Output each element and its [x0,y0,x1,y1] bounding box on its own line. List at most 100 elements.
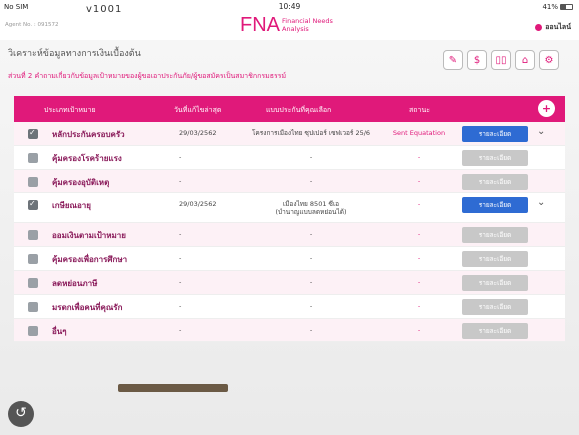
row-checkbox[interactable] [28,230,38,241]
detail-button[interactable]: รายละเอียด [462,149,528,166]
plan-text: - [309,230,313,239]
plan-text-2: (บำนาญแบบลดหย่อนได้) [275,208,347,217]
settings-icon[interactable]: ⚙ [539,50,559,70]
status-label: - [417,277,421,286]
version-label: v1001 [86,4,123,15]
goal-label: มรดกเพื่อคนที่คุณรัก [52,302,123,312]
money-icon[interactable]: $ [467,50,487,70]
goal-label: คุ้มครองเพื่อการศึกษา [52,255,128,265]
header-status: สถานะ [409,106,430,114]
date-label: - [179,277,182,286]
goal-label: ออมเงินตามเป้าหมาย [52,231,126,241]
detail-button[interactable]: รายละเอียด [462,322,528,339]
compare-icon[interactable]: ▯▯ [491,50,511,70]
plan-text: - [309,152,313,161]
row-checkbox[interactable] [28,325,38,336]
edit-icon[interactable]: ✎ [443,50,463,70]
plan-text: - [309,254,313,263]
back-button[interactable]: ↺ [8,401,34,427]
date-label: - [179,325,182,334]
chevron-down-icon[interactable]: ⌄ [537,126,545,137]
battery-icon [560,4,573,10]
status-label: - [417,176,421,185]
table-row: คุ้มครองโรคร้ายแรง - - - รายละเอียด [14,145,565,170]
logo-sub1: Financial Needs [282,17,333,25]
plan-label: - [236,326,386,334]
plan-label: - [236,153,386,161]
date-label: - [179,152,182,161]
goal-label: อื่นๆ [52,326,67,336]
row-checkbox[interactable] [28,301,38,312]
date-label: - [179,230,182,239]
row-checkbox[interactable] [28,254,38,265]
detail-button[interactable]: รายละเอียด [462,251,528,268]
row-checkbox[interactable] [28,176,38,187]
table-row: คุ้มครองอุบัติเหตุ - - - รายละเอียด [14,169,565,194]
row-checkbox[interactable] [28,152,38,163]
plan-label: เมืองไทย 8501 ซีเอ (บำนาญแบบลดหย่อนได้) [236,200,386,216]
table-row: คุ้มครองเพื่อการศึกษา - - - รายละเอียด [14,247,565,271]
detail-button[interactable]: รายละเอียด [462,274,528,291]
detail-button[interactable]: รายละเอียด [462,173,528,190]
plan-text: - [309,325,313,334]
agent-number: Agent No. : 091572 [5,22,59,28]
date-label: 29/03/2562 [179,200,217,209]
home-icon[interactable]: ⌂ [515,50,535,70]
table-row: มรดกเพื่อคนที่คุณรัก - - - รายละเอียด [14,294,565,319]
detail-button[interactable]: รายละเอียด [462,298,528,315]
plan-label: - [236,278,386,286]
online-dot-icon [535,23,543,31]
status-label: Sent Equatation [392,129,446,137]
row-checkbox[interactable] [28,277,38,288]
logo-subtitle: Financial Needs Analysis [282,17,333,33]
logo-sub2: Analysis [282,25,309,33]
online-status[interactable]: ออนไลน์ [535,22,571,33]
table-row: ออมเงินตามเป้าหมาย - - - รายละเอียด [14,223,565,248]
page-title: วิเคราะห์ข้อมูลทางการเงินเบื้องต้น [8,49,141,59]
goal-label: คุ้มครองโรคร้ายแรง [52,153,122,163]
goal-label: คุ้มครองอุบัติเหตุ [52,177,110,187]
battery-label: 41% [542,3,558,11]
plan-text: - [309,301,313,310]
status-label: - [417,152,421,161]
chevron-down-icon[interactable]: ⌄ [537,197,545,208]
goal-label: เกษียณอายุ [52,201,91,211]
table-row: หลักประกันครอบครัว 29/03/2562 โครงการเมือง… [14,122,565,146]
header-date: วันที่แก้ไขล่าสุด [174,106,222,114]
table-body: หลักประกันครอบครัว 29/03/2562 โครงการเมือง… [14,122,565,343]
detail-button[interactable]: รายละเอียด [462,227,528,244]
row-checkbox[interactable] [28,128,38,139]
date-label: - [179,301,182,310]
detail-button[interactable]: รายละเอียด [462,126,528,142]
add-goal-button[interactable]: + [538,100,555,117]
status-label: - [417,325,421,334]
table-row: ลดหย่อนภาษี - - - รายละเอียด [14,270,565,295]
row-checkbox[interactable] [28,199,38,211]
goal-label: ลดหย่อนภาษี [52,278,98,288]
detail-button[interactable]: รายละเอียด [462,197,528,214]
status-label: - [417,254,421,263]
plan-label: - [236,177,386,185]
bench-illustration [118,384,228,392]
plan-label: - [236,302,386,310]
plan-label: - [236,230,386,238]
battery-indicator: 41% [542,3,573,11]
status-label: - [417,200,421,209]
plan-text: เมืองไทย 8501 ซีเอ [282,200,340,209]
logo-text: FNA [240,14,280,36]
table-header: ประเภทเป้าหมาย วันที่แก้ไขล่าสุด แบบประก… [14,96,565,122]
back-icon: ↺ [15,405,27,421]
date-label: - [179,176,182,185]
goal-label: หลักประกันครอบครัว [52,130,125,139]
page-subtitle: ส่วนที่ 2 คำถามเกี่ยวกับข้อมูลเป้าหมายขอ… [8,72,287,80]
date-label: - [179,254,182,263]
plan-text: - [309,176,313,185]
status-label: - [417,230,421,239]
plan-label: โครงการเมืองไทย ซุปเปอร์ เซฟเวอร์ 25/6 [236,129,386,137]
plan-text: - [309,277,313,286]
status-label: - [417,301,421,310]
goals-table: ประเภทเป้าหมาย วันที่แก้ไขล่าสุด แบบประก… [14,96,565,343]
table-row: อื่นๆ - - - รายละเอียด [14,318,565,343]
date-label: 29/03/2562 [179,129,217,137]
plan-text: โครงการเมืองไทย ซุปเปอร์ เซฟเวอร์ 25/6 [251,129,371,137]
